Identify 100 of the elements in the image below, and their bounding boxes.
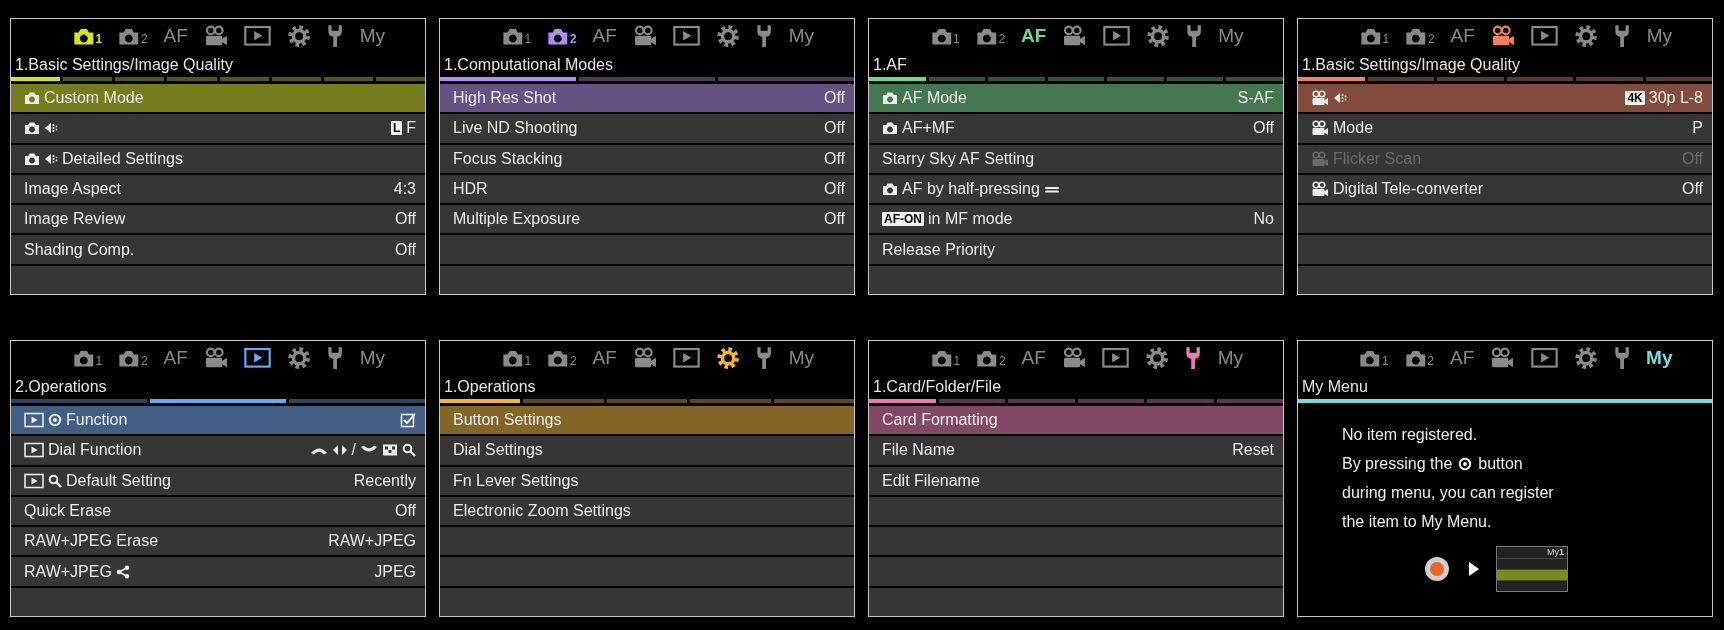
menu-item[interactable]: HDR Off: [440, 174, 854, 204]
menu-tab[interactable]: [756, 23, 773, 49]
menu-item[interactable]: Dial Function /: [11, 436, 425, 465]
menu-item[interactable]: RAW+JPEG Erase RAW+JPEG: [11, 527, 425, 556]
menu-tab[interactable]: 1: [1359, 348, 1389, 368]
menu-item[interactable]: AF Mode S-AF: [869, 84, 1283, 113]
menu-item[interactable]: Detailed Settings: [11, 144, 425, 173]
menu-tab[interactable]: [1185, 345, 1202, 371]
menu-item[interactable]: AF+MF Off: [869, 114, 1283, 143]
menu-item[interactable]: L F: [11, 114, 425, 143]
menu-tab[interactable]: My: [788, 25, 814, 47]
menu-tab[interactable]: [632, 25, 658, 47]
menu-item[interactable]: Custom Mode: [11, 84, 425, 113]
menu-tab[interactable]: [203, 25, 229, 47]
menu-tab[interactable]: 2: [975, 26, 1006, 46]
menu-tab[interactable]: My: [788, 347, 814, 369]
menu-tab[interactable]: [1573, 345, 1598, 371]
menu-tab[interactable]: 1: [502, 26, 532, 46]
menu-tab[interactable]: 2: [1405, 26, 1435, 46]
menu-tab[interactable]: My: [1646, 25, 1672, 47]
menu-tab[interactable]: [244, 347, 272, 369]
menu-item[interactable]: RAW+JPEG JPEG: [11, 557, 425, 586]
menu-item[interactable]: Image Review Off: [11, 205, 425, 234]
menu-item[interactable]: Focus Stacking Off: [440, 144, 854, 173]
menu-tab[interactable]: My: [1217, 347, 1243, 369]
menu-tab[interactable]: [1490, 25, 1516, 47]
menu-item[interactable]: Quick Erase Off: [11, 496, 425, 526]
menu-item[interactable]: Fn Lever Settings: [440, 466, 854, 495]
menu-tab[interactable]: [673, 347, 701, 369]
menu-tab[interactable]: 1: [73, 26, 103, 46]
menu-item[interactable]: Mode P: [1298, 114, 1712, 143]
menu-tab[interactable]: 2: [547, 348, 577, 368]
menu-tab[interactable]: [1062, 25, 1087, 47]
menu-tab[interactable]: 2: [118, 348, 148, 368]
menu-tab[interactable]: [1102, 347, 1130, 369]
menu-tab[interactable]: 2: [976, 348, 1006, 368]
menu-tab[interactable]: [327, 345, 344, 371]
menu-tab[interactable]: [716, 23, 741, 49]
menu-item[interactable]: Default Setting Recently: [11, 466, 425, 495]
menu-tab[interactable]: AF: [1450, 347, 1475, 369]
playback-icon: [244, 25, 272, 47]
share-icon: [115, 564, 130, 579]
menu-tab[interactable]: [1145, 345, 1170, 371]
menu-tab[interactable]: My: [359, 347, 385, 369]
settings-icon: [1145, 23, 1170, 49]
menu-tab[interactable]: My: [1218, 25, 1244, 47]
menu-tab[interactable]: [1574, 23, 1599, 49]
menu-item[interactable]: Button Settings: [440, 406, 854, 435]
menu-tab[interactable]: [1613, 345, 1631, 371]
menu-tab[interactable]: [244, 25, 272, 47]
menu-tab[interactable]: AF: [1450, 25, 1475, 47]
menu-item[interactable]: Image Aspect 4:3: [11, 174, 425, 204]
menu-tab[interactable]: [1186, 23, 1203, 49]
menu-tab[interactable]: 1: [1360, 26, 1390, 46]
menu-item[interactable]: Function: [11, 406, 425, 435]
menu-tab[interactable]: 1: [502, 348, 532, 368]
menu-tab[interactable]: My: [1646, 347, 1673, 369]
menu-tab[interactable]: 2: [1404, 348, 1435, 368]
menu-tab[interactable]: [1530, 347, 1558, 369]
menu-tab[interactable]: [673, 25, 701, 47]
menu-item[interactable]: Release Priority: [869, 235, 1283, 264]
menu-item[interactable]: Digital Tele-converter Off: [1298, 174, 1712, 204]
menu-item[interactable]: Electronic Zoom Settings: [440, 496, 854, 526]
menu-tab[interactable]: [1614, 23, 1631, 49]
menu-tab[interactable]: AF: [592, 25, 617, 47]
menu-item[interactable]: 4K 30p L-8: [1298, 84, 1712, 113]
menu-item[interactable]: Multiple Exposure Off: [440, 205, 854, 234]
menu-tab[interactable]: AF: [1021, 25, 1047, 47]
menu-tab[interactable]: [1490, 347, 1515, 369]
menu-item[interactable]: High Res Shot Off: [440, 84, 854, 113]
menu-tab[interactable]: 1: [73, 348, 103, 368]
menu-item[interactable]: AF by half-pressing: [869, 174, 1283, 204]
menu-item[interactable]: Starry Sky AF Setting: [869, 144, 1283, 173]
menu-tab[interactable]: AF: [163, 25, 188, 47]
menu-tab[interactable]: [1102, 25, 1130, 47]
menu-item[interactable]: File Name Reset: [869, 436, 1283, 465]
menu-tab[interactable]: 1: [931, 348, 961, 368]
menu-item[interactable]: Shading Comp. Off: [11, 235, 425, 264]
menu-tab[interactable]: AF: [1021, 347, 1046, 369]
menu-tab[interactable]: 2: [547, 26, 577, 46]
menu-tab[interactable]: [287, 345, 312, 371]
menu-tab[interactable]: [203, 347, 229, 369]
menu-tab[interactable]: My: [359, 25, 385, 47]
menu-item[interactable]: Edit Filename: [869, 466, 1283, 495]
menu-tab[interactable]: AF: [592, 347, 617, 369]
menu-tab[interactable]: [327, 23, 344, 49]
menu-item[interactable]: AF-ON in MF mode No: [869, 205, 1283, 234]
menu-tab[interactable]: 1: [930, 26, 960, 46]
menu-tab[interactable]: 2: [118, 26, 148, 46]
menu-tab[interactable]: [716, 345, 741, 371]
menu-tab[interactable]: [1531, 25, 1559, 47]
menu-item[interactable]: Card Formatting: [869, 406, 1283, 435]
menu-item[interactable]: Dial Settings: [440, 436, 854, 465]
menu-tab[interactable]: [1061, 347, 1087, 369]
menu-tab[interactable]: [632, 347, 658, 369]
menu-tab[interactable]: [1145, 23, 1170, 49]
menu-item[interactable]: Live ND Shooting Off: [440, 114, 854, 143]
menu-tab[interactable]: [756, 345, 773, 371]
menu-tab[interactable]: AF: [163, 347, 188, 369]
menu-tab[interactable]: [287, 23, 312, 49]
